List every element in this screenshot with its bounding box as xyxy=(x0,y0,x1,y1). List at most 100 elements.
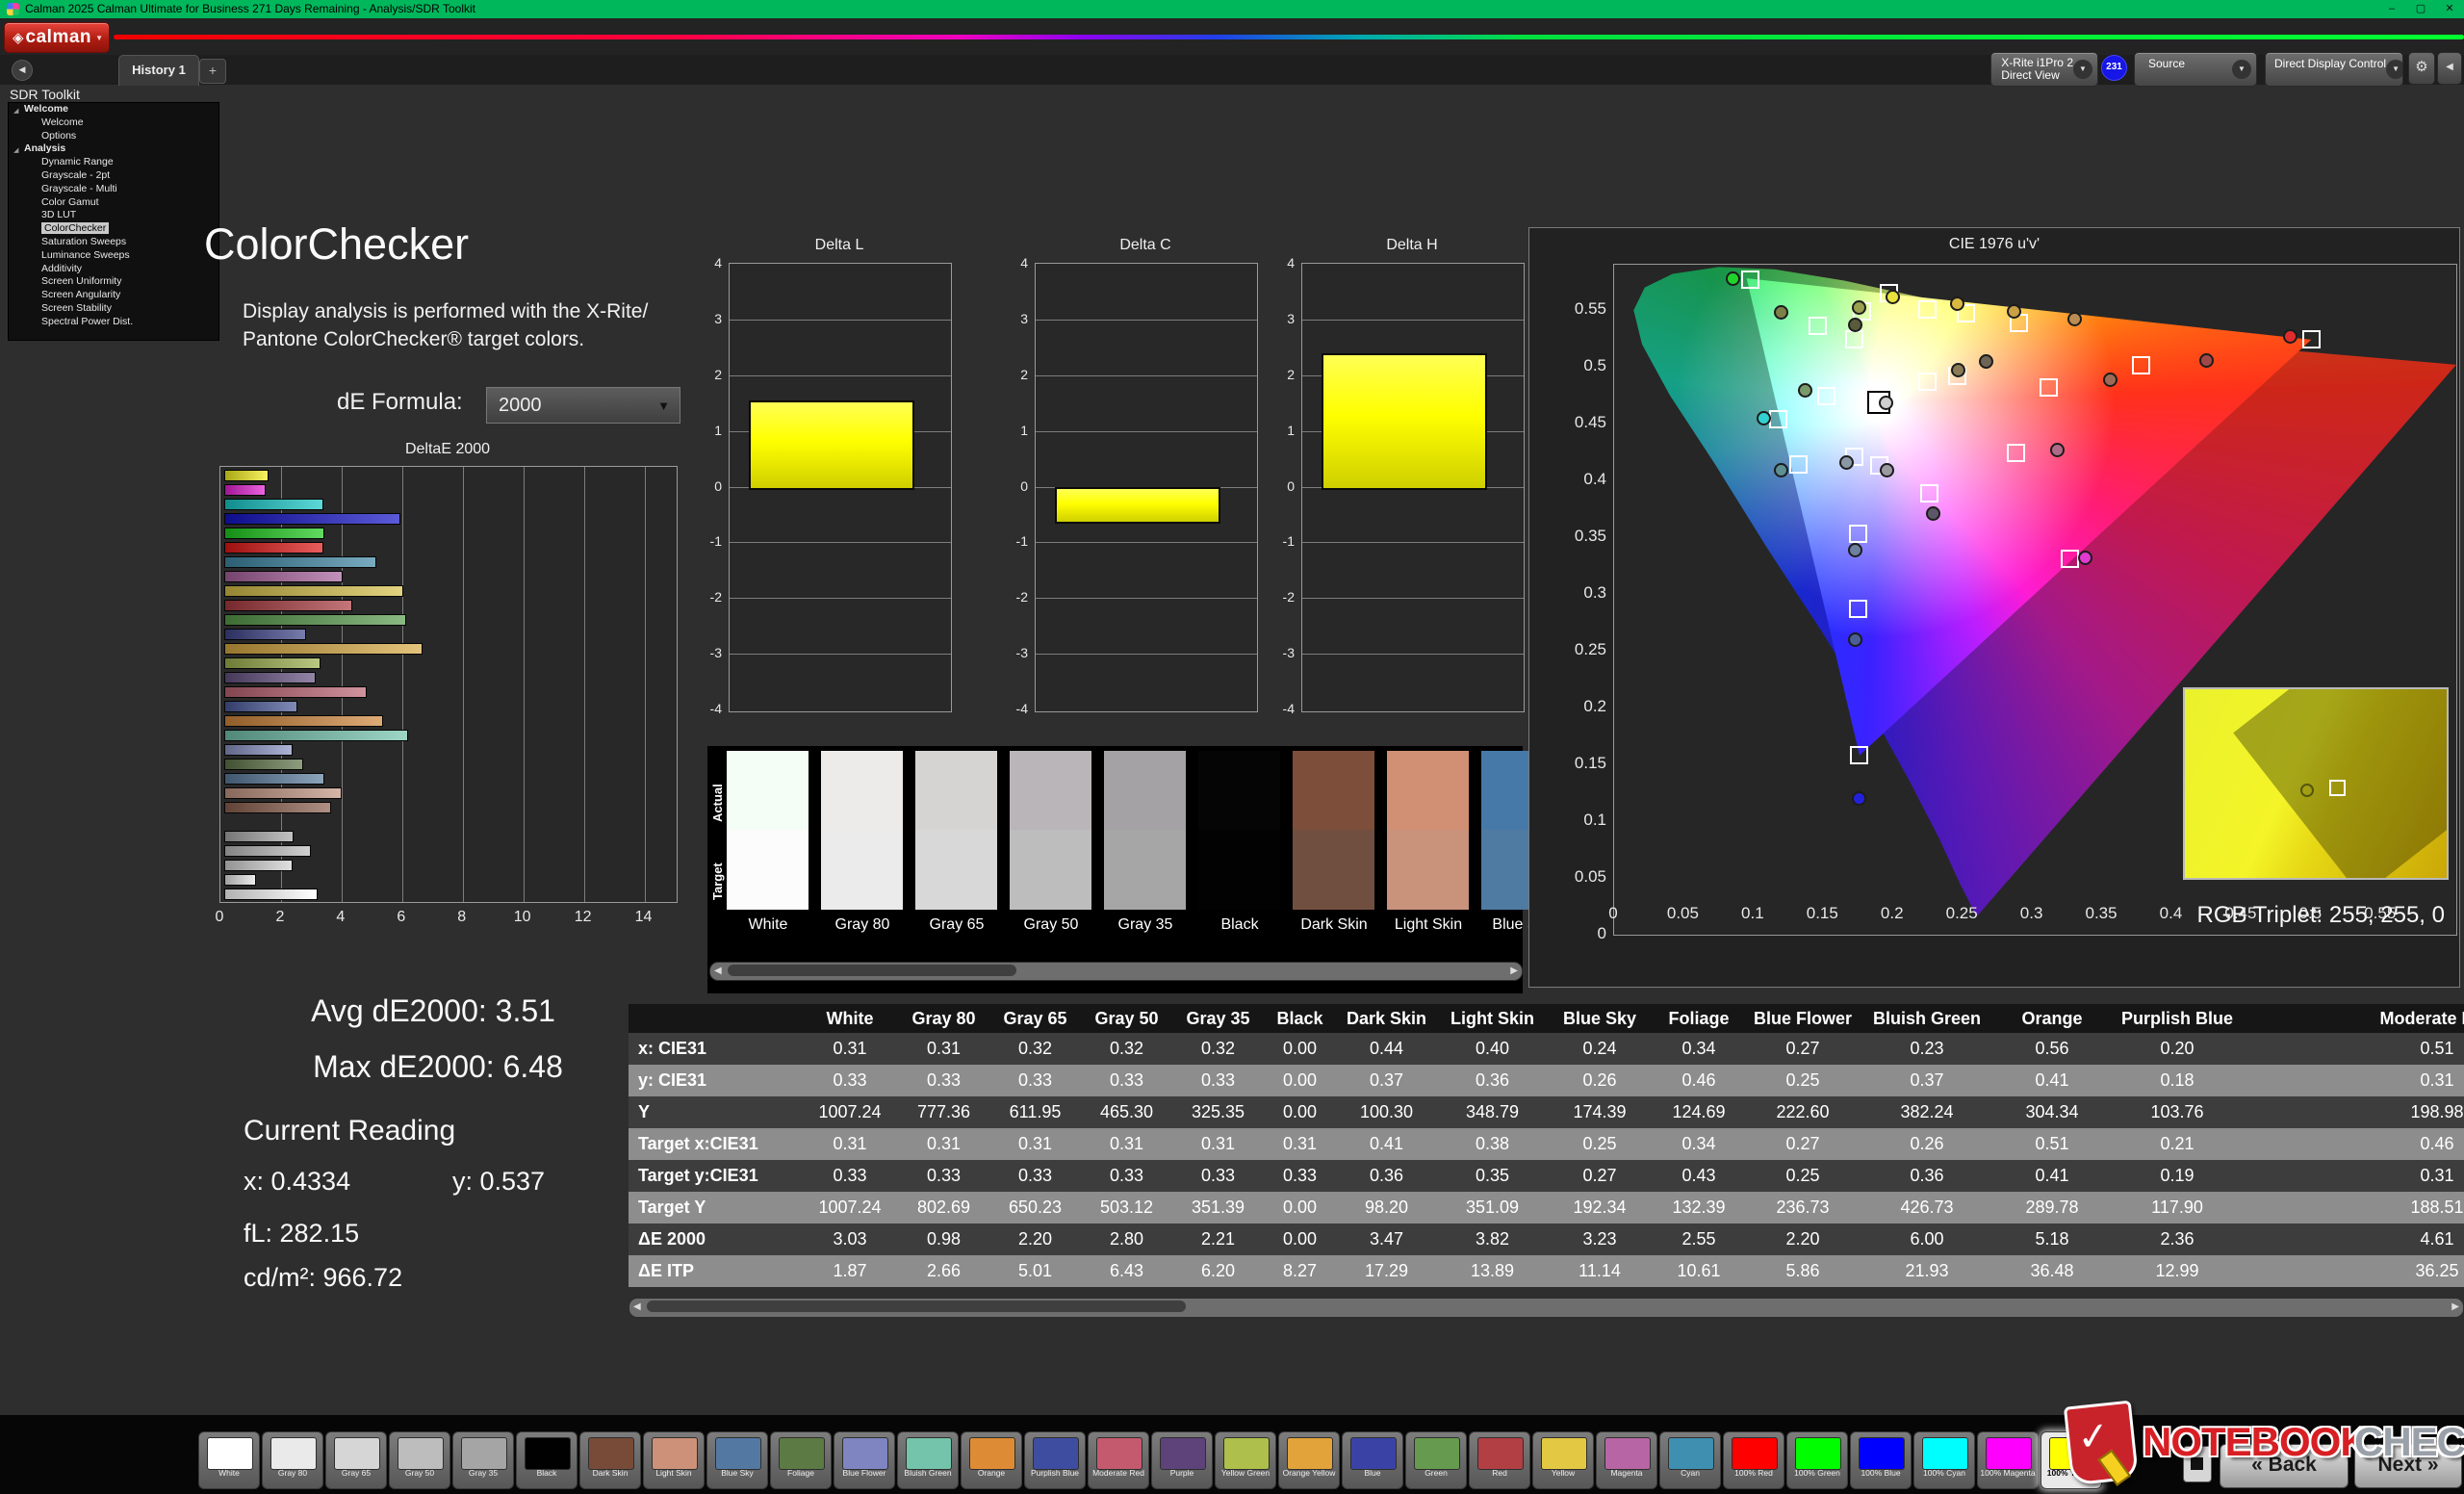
sidebar-item-screen-angularity[interactable]: Screen Angularity xyxy=(9,289,218,302)
gridline xyxy=(1302,542,1524,543)
y-tick-label: 0 xyxy=(999,478,1028,494)
patch-button-purple[interactable]: Purple xyxy=(1151,1431,1213,1489)
table-cell: 0.27 xyxy=(1746,1033,1860,1065)
display-control-dropdown[interactable]: Direct Display Control ▼ xyxy=(2265,52,2403,87)
patch-color xyxy=(1541,1437,1587,1470)
table-cell: 6.00 xyxy=(1860,1224,1994,1255)
panel-collapse-button[interactable]: ◀ xyxy=(2437,52,2462,85)
sidebar-item-analysis[interactable]: ◢Analysis xyxy=(9,142,218,156)
close-icon[interactable]: ✕ xyxy=(2435,0,2464,18)
patch-button-blue-sky[interactable]: Blue Sky xyxy=(706,1431,768,1489)
table-cell: 0.51 xyxy=(1994,1128,2110,1160)
patch-button-gray-35[interactable]: Gray 35 xyxy=(452,1431,514,1489)
table-cell: 0.36 xyxy=(1860,1160,1994,1192)
sidebar-item-color-gamut[interactable]: Color Gamut xyxy=(9,196,218,210)
tab-history-1[interactable]: History 1 xyxy=(118,55,199,86)
sidebar-item-saturation-sweeps[interactable]: Saturation Sweeps xyxy=(9,236,218,249)
source-dropdown-label: Source xyxy=(2148,58,2185,70)
cdm2-readout: cd/m²: 966.72 xyxy=(244,1263,402,1293)
patch-button-blue[interactable]: Blue xyxy=(1342,1431,1403,1489)
x-tick-label: 6 xyxy=(380,909,423,926)
column-header-purplish-blue: Purplish Blue xyxy=(2110,1004,2245,1033)
meter-dropdown-label: X-Rite i1Pro 2Direct View xyxy=(2001,57,2073,82)
scroll-right-icon[interactable]: ▶ xyxy=(1510,964,1518,978)
patch-button-label: 100% Green xyxy=(1787,1469,1847,1478)
patch-button-green[interactable]: Green xyxy=(1405,1431,1467,1489)
add-tab-button[interactable]: + xyxy=(199,59,226,84)
sidebar-item-luminance-sweeps[interactable]: Luminance Sweeps xyxy=(9,249,218,263)
y-tick-label: 2 xyxy=(1266,367,1295,382)
patch-button-100-red[interactable]: 100% Red xyxy=(1723,1431,1784,1489)
patch-button-100-green[interactable]: 100% Green xyxy=(1786,1431,1848,1489)
table-scrollbar-thumb[interactable] xyxy=(647,1301,1186,1312)
sidebar-item-colorchecker[interactable]: ColorChecker xyxy=(9,222,218,236)
patch-button-red[interactable]: Red xyxy=(1469,1431,1530,1489)
patch-button-label: Orange xyxy=(962,1469,1021,1478)
patch-button-gray-65[interactable]: Gray 65 xyxy=(325,1431,387,1489)
sidebar-item-screen-uniformity[interactable]: Screen Uniformity xyxy=(9,275,218,289)
settings-button[interactable]: ⚙ xyxy=(2408,52,2435,85)
sidebar-item-spectral-power-dist[interactable]: Spectral Power Dist. xyxy=(9,316,218,329)
sidebar-item-welcome[interactable]: ◢Welcome xyxy=(9,103,218,116)
patch-button-foliage[interactable]: Foliage xyxy=(770,1431,832,1489)
sidebar-item-grayscale-2pt[interactable]: Grayscale - 2pt xyxy=(9,169,218,183)
sidebar-item-grayscale-multi[interactable]: Grayscale - Multi xyxy=(9,183,218,196)
measurement-count-badge: 231 xyxy=(2101,55,2127,81)
target-point xyxy=(1789,455,1808,474)
table-scrollbar[interactable]: ◀ ▶ xyxy=(629,1298,2464,1318)
patch-button-white[interactable]: White xyxy=(198,1431,260,1489)
patch-button-gray-80[interactable]: Gray 80 xyxy=(262,1431,323,1489)
sidebar-item-dynamic-range[interactable]: Dynamic Range xyxy=(9,156,218,169)
table-cell: 3.82 xyxy=(1437,1224,1548,1255)
x-tick-label: 0.4 xyxy=(2143,904,2197,923)
meter-dropdown[interactable]: X-Rite i1Pro 2Direct View ▼ xyxy=(1990,52,2098,87)
sidebar-item-screen-stability[interactable]: Screen Stability xyxy=(9,302,218,316)
patch-button-light-skin[interactable]: Light Skin xyxy=(643,1431,705,1489)
patch-button-orange[interactable]: Orange xyxy=(961,1431,1022,1489)
patch-color xyxy=(461,1437,507,1470)
patch-button-bluish-green[interactable]: Bluish Green xyxy=(897,1431,959,1489)
patch-button-orange-yellow[interactable]: Orange Yellow xyxy=(1278,1431,1340,1489)
sidebar-item-welcome[interactable]: Welcome xyxy=(9,116,218,130)
patch-button-black[interactable]: Black xyxy=(516,1431,578,1489)
minimize-icon[interactable]: – xyxy=(2377,0,2406,18)
patch-button-label: Gray 80 xyxy=(263,1469,322,1478)
maximize-icon[interactable]: ▢ xyxy=(2406,0,2435,18)
scroll-right-icon[interactable]: ▶ xyxy=(2451,1300,2459,1314)
table-cell: 1007.24 xyxy=(802,1192,898,1224)
patch-button-100-magenta[interactable]: 100% Magenta xyxy=(1977,1431,2039,1489)
sidebar-item-options[interactable]: Options xyxy=(9,130,218,143)
patch-button-100-cyan[interactable]: 100% Cyan xyxy=(1913,1431,1975,1489)
swatch-scrollbar[interactable]: ◀ ▶ xyxy=(709,962,1523,981)
patch-color xyxy=(1096,1437,1142,1470)
table-cell: 3.47 xyxy=(1336,1224,1437,1255)
patch-button-100-blue[interactable]: 100% Blue xyxy=(1850,1431,1912,1489)
table-cell: 174.39 xyxy=(1548,1096,1652,1128)
y-tick-label: 3 xyxy=(999,311,1028,326)
patch-button-magenta[interactable]: Magenta xyxy=(1596,1431,1657,1489)
de-formula-dropdown[interactable]: 2000 ▼ xyxy=(486,387,680,424)
patch-button-blue-flower[interactable]: Blue Flower xyxy=(834,1431,895,1489)
patch-button-cyan[interactable]: Cyan xyxy=(1659,1431,1721,1489)
patch-button-gray-50[interactable]: Gray 50 xyxy=(389,1431,450,1489)
sidebar-item-3d-lut[interactable]: 3D LUT xyxy=(9,209,218,222)
calman-menu-button[interactable]: ◈ calman ▼ xyxy=(4,22,110,53)
bar-gray-80 xyxy=(224,874,256,886)
source-dropdown[interactable]: Source ▼ xyxy=(2134,52,2257,87)
scroll-left-icon[interactable]: ◀ xyxy=(714,964,722,978)
table-cell: 0.40 xyxy=(1437,1033,1548,1065)
patch-button-yellow[interactable]: Yellow xyxy=(1532,1431,1594,1489)
patch-button-purplish-blue[interactable]: Purplish Blue xyxy=(1024,1431,1086,1489)
swatch-scrollbar-thumb[interactable] xyxy=(728,965,1016,976)
table-cell: 0.33 xyxy=(1081,1160,1172,1192)
patch-button-moderate-red[interactable]: Moderate Red xyxy=(1088,1431,1149,1489)
table-cell: 5.01 xyxy=(989,1255,1081,1287)
table-cell: 17.29 xyxy=(1336,1255,1437,1287)
patch-button-dark-skin[interactable]: Dark Skin xyxy=(579,1431,641,1489)
bar-dark-skin xyxy=(224,802,331,813)
deltae-chart-title: DeltaE 2000 xyxy=(219,441,676,458)
sidebar-item-additivity[interactable]: Additivity xyxy=(9,263,218,276)
sidebar-collapse-button[interactable]: ◀ xyxy=(12,60,33,81)
patch-button-yellow-green[interactable]: Yellow Green xyxy=(1215,1431,1276,1489)
scroll-left-icon[interactable]: ◀ xyxy=(633,1300,641,1314)
